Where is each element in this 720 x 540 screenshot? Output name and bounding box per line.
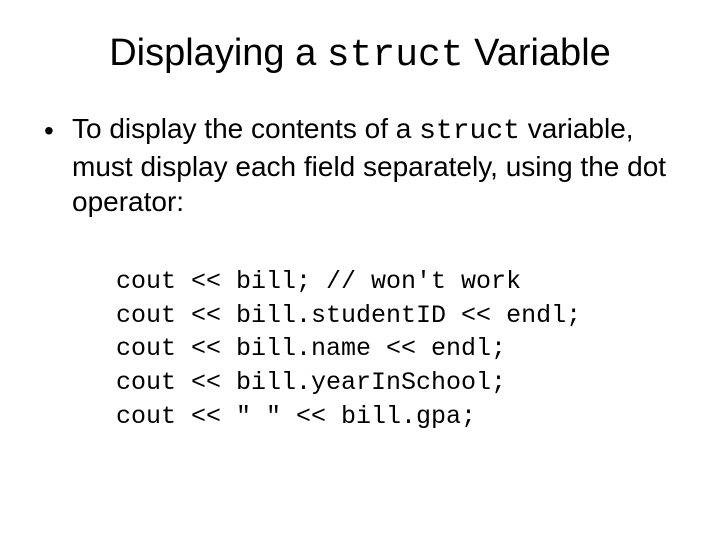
title-code-struct: struct	[327, 34, 464, 77]
title-text-pre: Displaying a	[109, 32, 327, 74]
code-line: cout << " " << bill.gpa;	[116, 402, 476, 431]
code-block: cout << bill; // won't work cout << bill…	[116, 231, 680, 434]
bullet-item: • To display the contents of a struct va…	[44, 111, 680, 219]
bullet-part1: To display the contents of a	[72, 113, 419, 144]
code-line: cout << bill; // won't work	[116, 267, 521, 296]
slide-title: Displaying a struct Variable	[40, 32, 680, 77]
code-line: cout << bill.studentID << endl;	[116, 301, 581, 330]
bullet-dot-icon: •	[44, 111, 72, 148]
bullet-block: • To display the contents of a struct va…	[44, 111, 680, 434]
title-text-post: Variable	[464, 32, 611, 74]
slide: Displaying a struct Variable • To displa…	[0, 0, 720, 540]
code-line: cout << bill.yearInSchool;	[116, 368, 506, 397]
code-line: cout << bill.name << endl;	[116, 334, 506, 363]
bullet-code-struct: struct	[419, 116, 520, 147]
bullet-text: To display the contents of a struct vari…	[72, 111, 680, 219]
